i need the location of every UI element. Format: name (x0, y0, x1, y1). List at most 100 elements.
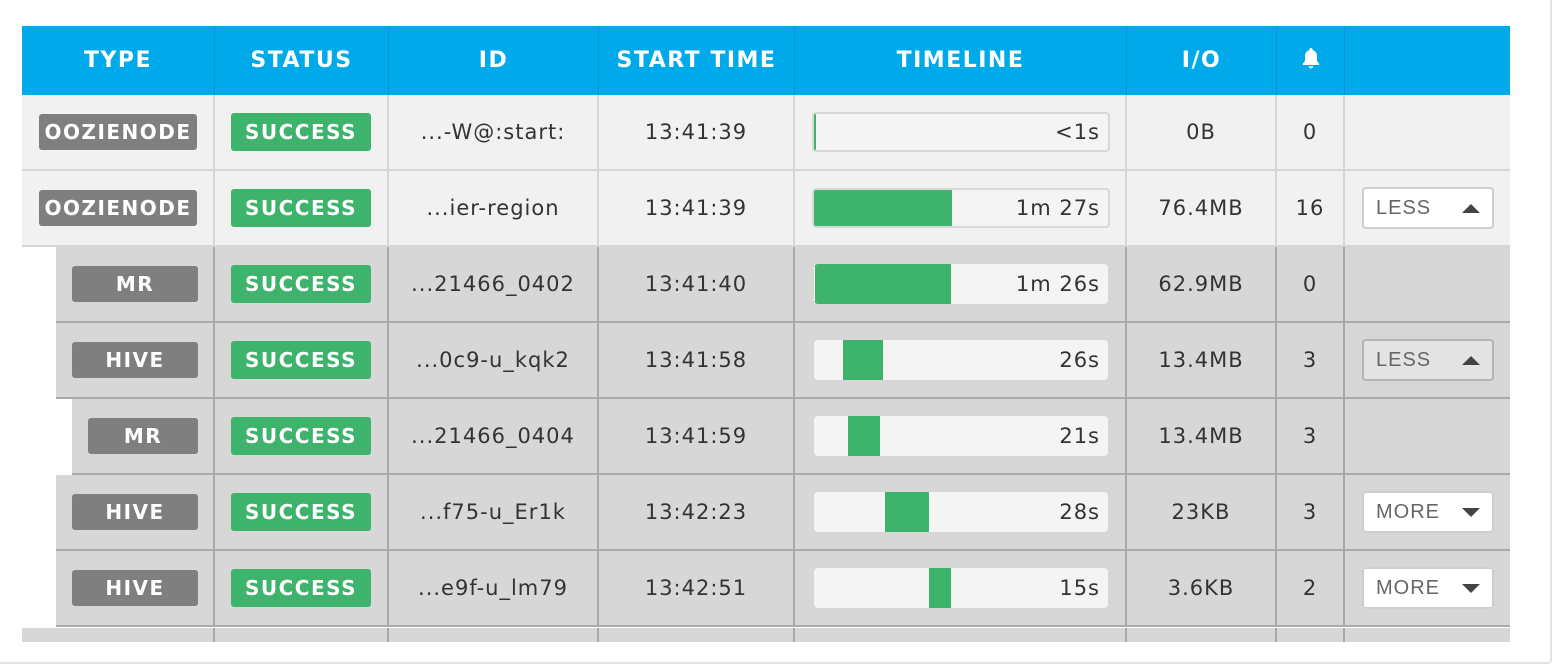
status-cell: SUCCESS (215, 247, 389, 321)
less-button[interactable]: LESS (1362, 187, 1494, 229)
io-size: 0B (1127, 95, 1277, 169)
timeline-progress (814, 114, 817, 150)
status-cell: SUCCESS (215, 475, 389, 549)
type-cell: MR (56, 247, 215, 321)
start-time: 13:41:39 (599, 171, 795, 245)
status-badge: SUCCESS (231, 493, 371, 531)
caret-up-icon (1462, 355, 1480, 365)
start-time: 13:41:39 (599, 95, 795, 169)
table-row[interactable]: HIVE SUCCESS ...0c9-u_kqk2 13:41:58 26s 13.4M… (56, 323, 1510, 399)
table-row[interactable]: OOZIENODE SUCCESS ...-W@:start: 13:41:39 <1s… (22, 95, 1510, 171)
timeline-cell: 28s (795, 475, 1127, 549)
col-header-start-time[interactable]: START TIME (599, 26, 795, 95)
type-badge: MR (72, 266, 198, 302)
alert-count: 3 (1277, 475, 1345, 549)
timeline-bar: 1m 26s (814, 264, 1108, 304)
type-cell: HIVE (56, 551, 215, 625)
timeline-bar: 15s (814, 568, 1108, 608)
col-header-timeline[interactable]: TIMELINE (795, 26, 1127, 95)
type-badge: OOZIENODE (39, 114, 197, 150)
status-cell: SUCCESS (215, 171, 389, 245)
col-header-status[interactable]: STATUS (215, 26, 389, 95)
job-table: TYPE STATUS ID START TIME TIMELINE I/O O… (22, 26, 1510, 642)
caret-down-icon (1462, 507, 1480, 517)
job-id[interactable]: ...-W@:start: (389, 95, 599, 169)
status-badge: SUCCESS (231, 113, 371, 151)
job-id[interactable]: ...21466_0402 (389, 247, 599, 321)
start-time: 13:41:40 (599, 247, 795, 321)
table-row[interactable]: OOZIENODE SUCCESS ...ier-region 13:41:39 1m … (22, 171, 1510, 247)
io-size: 23KB (1127, 475, 1277, 549)
more-button[interactable]: MORE (1362, 567, 1494, 609)
table-row[interactable]: MR SUCCESS ...21466_0402 13:41:40 1m 26s 62.9… (56, 247, 1510, 323)
col-header-actions (1345, 26, 1510, 95)
timeline-duration: 1m 27s (1015, 196, 1100, 220)
status-cell: SUCCESS (215, 323, 389, 397)
timeline-duration: 28s (1059, 500, 1100, 524)
actions-cell (1345, 247, 1510, 321)
status-cell: SUCCESS (215, 399, 389, 473)
col-header-id[interactable]: ID (389, 26, 599, 95)
status-badge: SUCCESS (231, 189, 371, 227)
timeline-duration: <1s (1055, 120, 1100, 144)
table-row[interactable]: HIVE SUCCESS ...f75-u_Er1k 13:42:23 28s 23KB 3… (56, 475, 1510, 551)
timeline-bar: <1s (812, 112, 1110, 152)
timeline-cell: 1m 27s (795, 171, 1127, 245)
job-id[interactable]: ...0c9-u_kqk2 (389, 323, 599, 397)
timeline-bar: 26s (814, 340, 1108, 380)
more-button[interactable]: MORE (1362, 491, 1494, 533)
col-header-alerts[interactable] (1277, 26, 1345, 95)
table-bottom-strip (22, 628, 1510, 642)
caret-up-icon (1462, 203, 1480, 213)
table-header: TYPE STATUS ID START TIME TIMELINE I/O (22, 26, 1510, 96)
timeline-progress (843, 340, 884, 380)
io-size: 62.9MB (1127, 247, 1277, 321)
io-size: 13.4MB (1127, 399, 1277, 473)
type-cell: MR (72, 399, 215, 473)
type-cell: HIVE (56, 323, 215, 397)
col-header-type[interactable]: TYPE (22, 26, 215, 95)
actions-cell: LESS (1345, 171, 1510, 245)
type-cell: HIVE (56, 475, 215, 549)
type-badge: HIVE (72, 570, 198, 606)
caret-down-icon (1462, 583, 1480, 593)
timeline-cell: 21s (795, 399, 1127, 473)
actions-cell: LESS (1345, 323, 1510, 397)
io-size: 76.4MB (1127, 171, 1277, 245)
alert-count: 16 (1277, 171, 1345, 245)
status-cell: SUCCESS (215, 551, 389, 625)
timeline-cell: 15s (795, 551, 1127, 625)
status-badge: SUCCESS (231, 341, 371, 379)
timeline-bar: 1m 27s (812, 188, 1110, 228)
timeline-progress (814, 190, 953, 226)
timeline-duration: 1m 26s (1015, 272, 1100, 296)
type-badge: OOZIENODE (39, 190, 197, 226)
actions-cell (1345, 399, 1510, 473)
actions-cell: MORE (1345, 475, 1510, 549)
timeline-progress (847, 416, 881, 456)
status-badge: SUCCESS (231, 265, 371, 303)
table-row[interactable]: HIVE SUCCESS ...e9f-u_lm79 13:42:51 15s 3.6KB… (56, 551, 1510, 627)
io-size: 13.4MB (1127, 323, 1277, 397)
status-badge: SUCCESS (231, 417, 371, 455)
col-header-io[interactable]: I/O (1127, 26, 1277, 95)
table-row[interactable]: MR SUCCESS ...21466_0404 13:41:59 21s 13.4MB 3 (72, 399, 1510, 475)
timeline-progress (884, 492, 929, 532)
job-id[interactable]: ...21466_0404 (389, 399, 599, 473)
type-badge: HIVE (72, 342, 198, 378)
job-id[interactable]: ...f75-u_Er1k (389, 475, 599, 549)
toggle-label: MORE (1376, 576, 1440, 599)
less-button[interactable]: LESS (1362, 339, 1494, 381)
timeline-cell: 26s (795, 323, 1127, 397)
job-id[interactable]: ...e9f-u_lm79 (389, 551, 599, 625)
start-time: 13:41:58 (599, 323, 795, 397)
io-size: 3.6KB (1127, 551, 1277, 625)
timeline-bar: 28s (814, 492, 1108, 532)
timeline-progress (815, 264, 951, 304)
timeline-cell: <1s (795, 95, 1127, 169)
timeline-duration: 26s (1059, 348, 1100, 372)
timeline-cell: 1m 26s (795, 247, 1127, 321)
alert-count: 3 (1277, 323, 1345, 397)
type-badge: MR (88, 418, 198, 454)
job-id[interactable]: ...ier-region (389, 171, 599, 245)
